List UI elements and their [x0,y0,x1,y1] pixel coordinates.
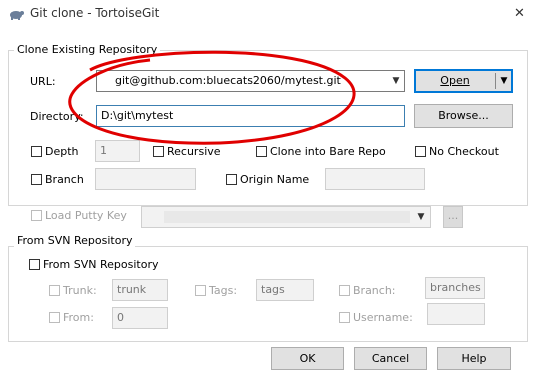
ok-button[interactable]: OK [271,347,344,370]
from-value: 0 [117,311,124,324]
depth-checkbox[interactable] [31,146,42,157]
putty-key-value-field [164,211,410,223]
window-title: Git clone - TortoiseGit [30,6,160,20]
putty-key-combobox[interactable] [141,206,431,228]
svn-branch-input[interactable]: branches [425,277,485,299]
origin-name-input[interactable] [325,168,425,190]
directory-input[interactable]: D:\git\mytest [96,105,405,127]
origin-name-checkbox[interactable] [226,174,237,185]
load-putty-key-checkbox[interactable] [31,210,42,221]
username-input[interactable] [427,303,485,325]
trunk-input[interactable]: trunk [112,279,168,301]
svn-branch-checkbox[interactable] [339,285,350,296]
from-svn-checkbox[interactable] [29,259,40,270]
close-icon[interactable]: ✕ [514,6,525,21]
no-checkout-label: No Checkout [429,145,499,158]
putty-dropdown-chevron-icon[interactable]: ▼ [413,207,429,227]
tortoisegit-logo-icon [10,11,24,20]
trunk-label: Trunk: [63,284,97,297]
browse-button[interactable]: Browse... [414,104,513,128]
url-value: git@github.com:bluecats2060/mytest.git [115,74,341,87]
tags-label: Tags: [209,284,238,297]
putty-browse-button[interactable]: ... [443,206,463,228]
depth-label: Depth [45,145,79,158]
tags-value: tags [261,283,285,296]
from-svn-label: From SVN Repository [43,258,159,271]
branch-input[interactable] [95,168,196,190]
trunk-value: trunk [117,283,147,296]
clone-group-label: Clone Existing Repository [14,43,161,56]
svn-branch-value: branches [430,281,481,294]
svn-branch-label: Branch: [353,284,396,297]
directory-value: D:\git\mytest [101,109,174,122]
load-putty-key-label: Load Putty Key [45,209,127,222]
from-label: From: [63,311,94,324]
svn-group-label: From SVN Repository [14,234,136,247]
bare-repo-checkbox[interactable] [256,146,267,157]
username-label: Username: [353,311,413,324]
tags-input[interactable]: tags [256,279,314,301]
username-checkbox[interactable] [339,312,350,323]
branch-checkbox[interactable] [31,174,42,185]
split-divider [495,73,496,89]
tags-checkbox[interactable] [195,285,206,296]
bare-repo-label: Clone into Bare Repo [270,145,386,158]
open-split-button[interactable]: Open ▼ [414,69,513,93]
url-dropdown-chevron-icon[interactable]: ▼ [388,71,404,91]
cancel-button[interactable]: Cancel [354,347,427,370]
branch-label: Branch [45,173,84,186]
open-dropdown-chevron-icon[interactable]: ▼ [497,70,511,92]
depth-input[interactable]: 1 [95,140,140,162]
url-combobox[interactable]: git@github.com:bluecats2060/mytest.git [96,70,405,92]
url-label: URL: [30,75,56,88]
no-checkout-checkbox[interactable] [415,146,426,157]
from-checkbox[interactable] [49,312,60,323]
title-bar: Git clone - TortoiseGit ✕ [0,0,534,30]
directory-label: Directory: [30,110,84,123]
depth-value: 1 [100,144,107,157]
recursive-label: Recursive [167,145,221,158]
origin-name-label: Origin Name [240,173,310,186]
from-input[interactable]: 0 [112,307,168,329]
trunk-checkbox[interactable] [49,285,60,296]
git-clone-dialog: Git clone - TortoiseGit ✕ Clone Existing… [0,0,534,373]
recursive-checkbox[interactable] [153,146,164,157]
open-button-label: Open [440,74,470,87]
help-button[interactable]: Help [437,347,511,370]
